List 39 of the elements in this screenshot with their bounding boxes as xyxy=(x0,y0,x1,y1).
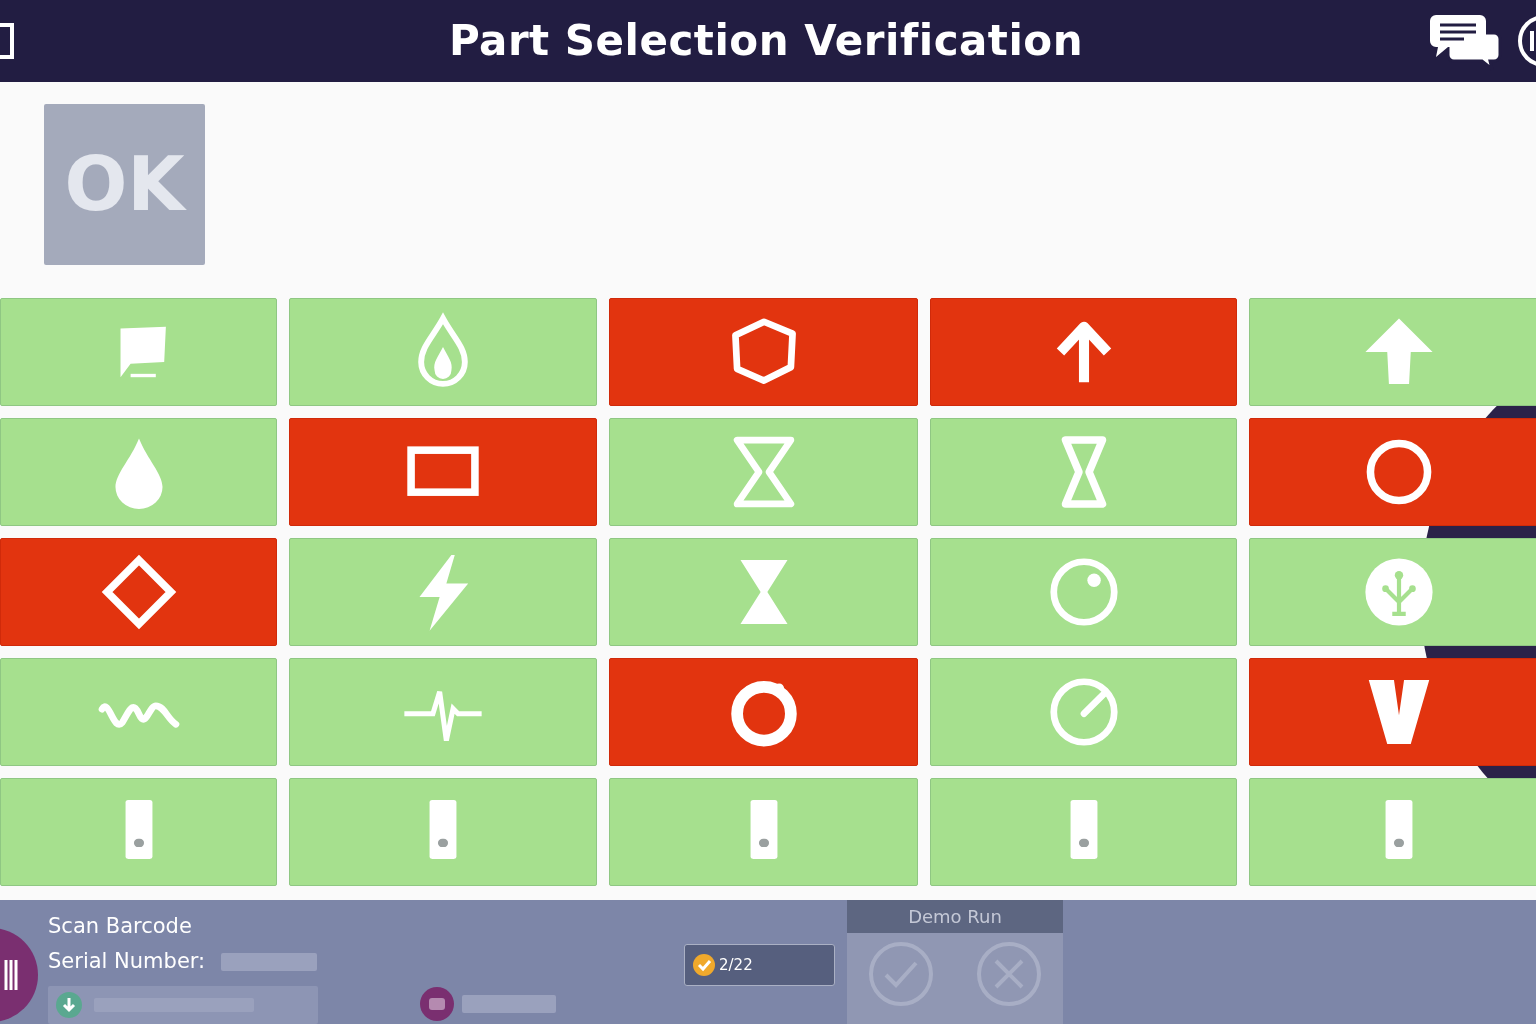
part-tile[interactable] xyxy=(0,418,277,526)
part-tile[interactable] xyxy=(0,658,277,766)
part-tile[interactable] xyxy=(1249,778,1536,886)
barcode-icon xyxy=(4,960,20,990)
part-tile[interactable] xyxy=(609,538,918,646)
part-tile[interactable] xyxy=(0,538,277,646)
part-tile[interactable] xyxy=(0,778,277,886)
part-tile[interactable] xyxy=(1249,658,1536,766)
close-icon[interactable] xyxy=(976,941,1042,1007)
part-tile[interactable] xyxy=(289,298,597,406)
part-tile[interactable] xyxy=(609,658,918,766)
part-tile[interactable] xyxy=(289,538,597,646)
part-tile[interactable] xyxy=(609,778,918,886)
serial-label: Serial Number: xyxy=(48,951,206,972)
part-tile[interactable] xyxy=(609,418,918,526)
demo-run-title: Demo Run xyxy=(908,905,1002,929)
part-tile[interactable] xyxy=(930,778,1237,886)
part-tile[interactable] xyxy=(0,298,277,406)
part-tile[interactable] xyxy=(289,418,597,526)
part-tile[interactable] xyxy=(609,298,918,406)
input-field[interactable] xyxy=(48,986,318,1024)
progress-text: 2/22 xyxy=(719,954,753,976)
book-icon[interactable] xyxy=(0,21,14,61)
confirm-icon[interactable] xyxy=(868,941,934,1007)
scan-label: Scan Barcode xyxy=(48,916,193,937)
part-tile[interactable] xyxy=(930,658,1237,766)
info-icon[interactable] xyxy=(1516,13,1536,69)
check-icon xyxy=(693,954,715,976)
part-tile[interactable] xyxy=(930,418,1237,526)
part-tile[interactable] xyxy=(930,538,1237,646)
part-tile[interactable] xyxy=(1249,418,1536,526)
window-title: Part Selection Verification xyxy=(448,15,1084,67)
download-icon xyxy=(56,992,82,1018)
part-tile[interactable] xyxy=(289,778,597,886)
part-tile[interactable] xyxy=(930,298,1237,406)
part-tile[interactable] xyxy=(1249,298,1536,406)
tag-icon xyxy=(420,987,454,1021)
part-tile[interactable] xyxy=(1249,538,1536,646)
part-tile[interactable] xyxy=(289,658,597,766)
